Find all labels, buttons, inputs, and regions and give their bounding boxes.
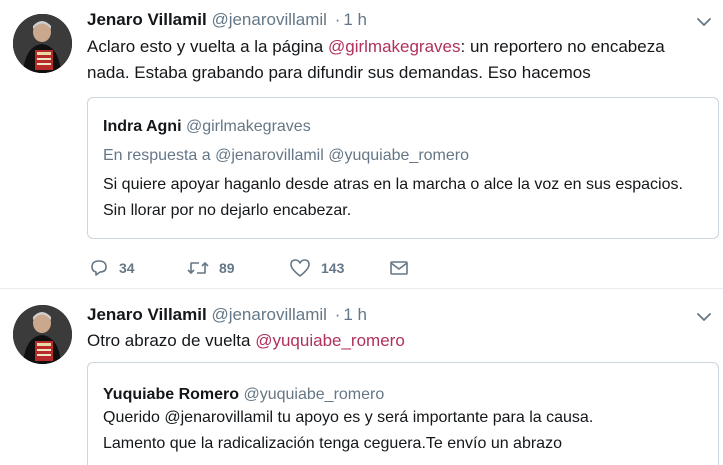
timestamp[interactable]: 1 h (343, 305, 367, 324)
avatar[interactable] (13, 305, 72, 364)
timestamp[interactable]: 1 h (343, 10, 367, 29)
like-button[interactable]: 143 (289, 256, 344, 280)
quoted-text-line-2: Lamento que la radicalización tenga cegu… (103, 435, 562, 452)
quoted-tweet[interactable]: Indra Agni @girlmakegraves En respuesta … (87, 97, 719, 239)
quoted-display-name: Indra Agni (103, 118, 182, 135)
tweet-header: Jenaro Villamil @jenarovillamil · 1 h (87, 10, 367, 30)
tweet-text: Aclaro esto y vuelta a la página @girlma… (87, 34, 707, 86)
mention-link[interactable]: @girlmakegraves (328, 37, 461, 56)
reply-button[interactable]: 34 (89, 256, 135, 280)
retweet-icon (187, 262, 209, 274)
quoted-text: Si quiere apoyar haganlo desde atras en … (103, 176, 683, 219)
avatar[interactable] (13, 14, 72, 73)
mention-link[interactable]: @yuquiabe_romero (255, 331, 405, 350)
tweet-text-before: Otro abrazo de vuelta (87, 331, 256, 350)
display-name[interactable]: Jenaro Villamil (87, 10, 207, 29)
quoted-header: Indra Agni @girlmakegraves (103, 117, 311, 137)
quoted-display-name: Yuquiabe Romero (103, 386, 240, 403)
separator: · (334, 305, 341, 324)
separator: · (334, 10, 341, 29)
quoted-header: Yuquiabe Romero @yuquiabe_romero (103, 385, 384, 405)
tweet[interactable]: Jenaro Villamil @jenarovillamil · 1 h Acl… (0, 0, 723, 289)
quoted-screen-name: @girlmakegraves (185, 118, 311, 135)
reply-count: 34 (119, 260, 135, 276)
chevron-down-icon[interactable] (696, 14, 712, 30)
quoted-tweet[interactable]: Yuquiabe Romero @yuquiabe_romero Querido… (87, 362, 719, 465)
heart-icon (290, 259, 310, 277)
like-count: 143 (321, 260, 345, 276)
tweet-text-before: Aclaro esto y vuelta a la página (87, 37, 328, 56)
retweet-button[interactable]: 89 (187, 256, 235, 280)
reply-icon (91, 260, 107, 276)
chevron-down-icon[interactable] (696, 309, 712, 325)
tweet-text: Otro abrazo de vuelta @yuquiabe_romero (87, 328, 707, 354)
tweet-actions: 34 89 143 (87, 256, 427, 280)
screen-name[interactable]: @jenarovillamil (211, 305, 327, 324)
quoted-text-line-1: Querido @jenarovillamil tu apoyo es y se… (103, 409, 594, 426)
envelope-icon (390, 261, 408, 275)
screen-name[interactable]: @jenarovillamil (211, 10, 327, 29)
quoted-screen-name: @yuquiabe_romero (243, 386, 385, 403)
reply-context: En respuesta a @jenarovillamil @yuquiabe… (103, 147, 469, 164)
retweet-count: 89 (219, 260, 235, 276)
direct-message-button[interactable] (389, 256, 419, 280)
display-name[interactable]: Jenaro Villamil (87, 305, 207, 324)
tweet-header: Jenaro Villamil @jenarovillamil · 1 h (87, 305, 367, 325)
